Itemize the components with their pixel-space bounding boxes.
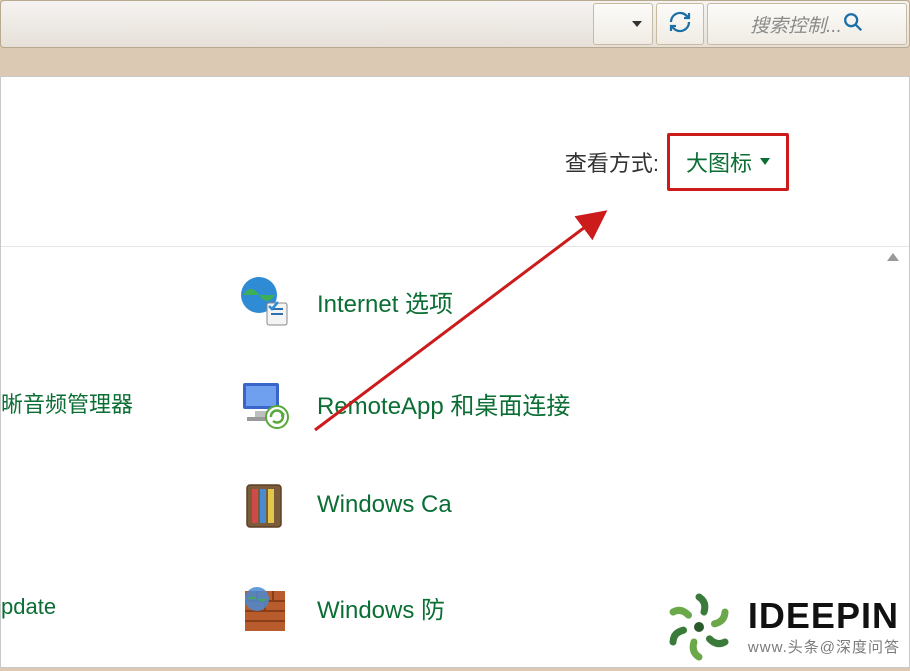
control-panel-items: Internet 选项 晰音频管理器 <box>1 271 909 637</box>
item-label: RemoteApp 和桌面连接 <box>317 386 570 421</box>
spiral-icon <box>660 588 738 666</box>
list-item[interactable]: Windows Ca <box>1 475 909 535</box>
item-fragment-left: pdate <box>1 594 201 620</box>
refresh-icon <box>668 10 692 39</box>
scroll-up-arrow-icon[interactable] <box>887 253 899 261</box>
list-item[interactable]: 晰音频管理器 RemoteApp 和桌面连接 <box>1 373 909 433</box>
watermark-subtext: www.头条@深度问答 <box>748 636 900 657</box>
watermark-logo: IDEEPIN www.头条@深度问答 <box>656 584 904 666</box>
search-input[interactable]: 搜索控制... <box>707 3 907 45</box>
view-header: 查看方式: 大图标 <box>1 77 909 247</box>
chevron-down-icon <box>760 158 770 165</box>
chevron-down-icon <box>632 21 642 27</box>
view-by-dropdown[interactable]: 大图标 <box>667 133 789 191</box>
path-dropdown[interactable] <box>593 3 653 45</box>
windows-cardspace-icon <box>237 477 293 533</box>
item-fragment-left: 晰音频管理器 <box>1 387 201 419</box>
watermark-brand: IDEEPIN <box>748 598 899 634</box>
item-label: Internet 选项 <box>317 284 453 319</box>
internet-options-icon <box>237 273 293 329</box>
item-label: Windows Ca <box>317 491 452 519</box>
explorer-toolbar: 搜索控制... <box>0 0 910 48</box>
list-item[interactable]: Internet 选项 <box>1 271 909 331</box>
view-by-selected: 大图标 <box>686 146 752 178</box>
windows-firewall-icon <box>237 579 293 635</box>
view-by-label: 查看方式: <box>565 146 659 178</box>
search-placeholder: 搜索控制... <box>750 11 842 38</box>
search-icon <box>842 11 864 38</box>
control-panel-window: 查看方式: 大图标 <box>0 76 910 668</box>
remoteapp-icon <box>237 375 293 431</box>
item-label: Windows 防 <box>317 590 445 625</box>
refresh-button[interactable] <box>656 3 704 45</box>
